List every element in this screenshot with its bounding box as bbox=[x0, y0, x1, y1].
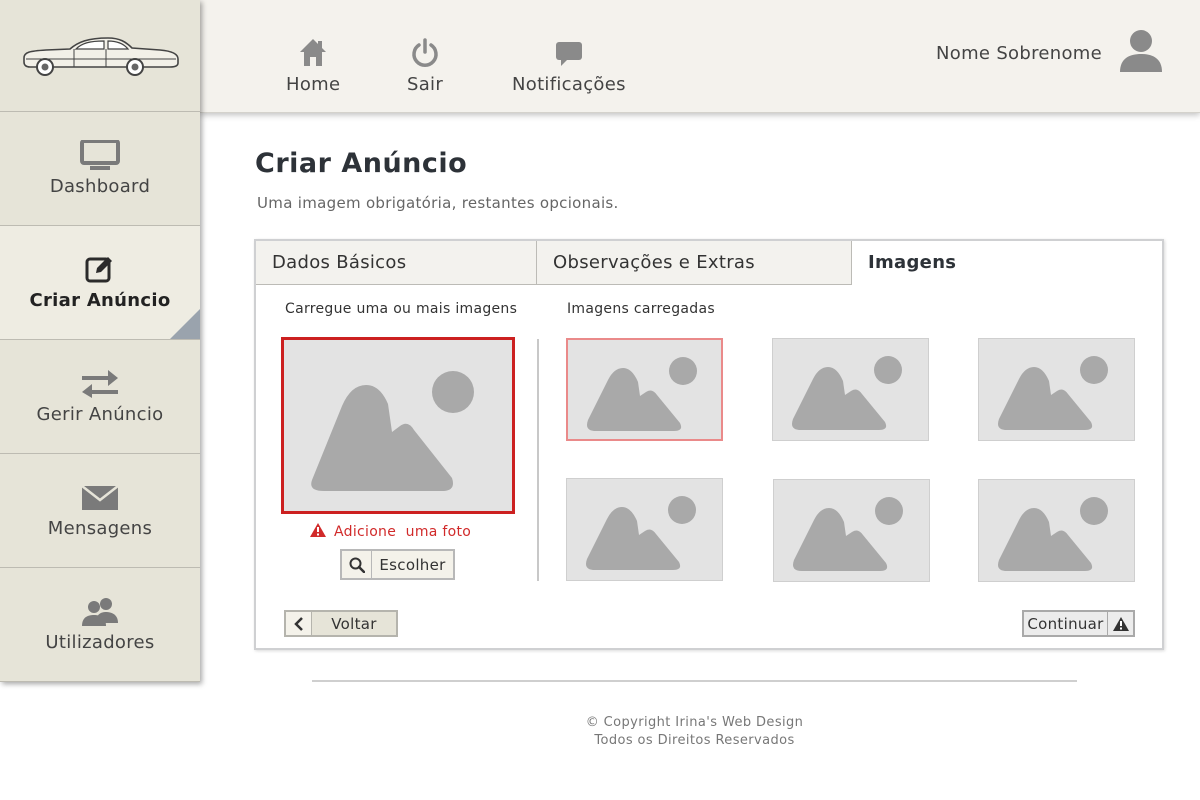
envelope-icon bbox=[0, 454, 200, 518]
choose-file-label: Escolher bbox=[379, 555, 446, 574]
image-placeholder-icon bbox=[567, 479, 722, 580]
image-placeholder-icon bbox=[979, 339, 1134, 440]
back-button[interactable]: Voltar bbox=[284, 610, 398, 637]
user-icon bbox=[1118, 28, 1164, 78]
search-icon bbox=[342, 551, 372, 578]
nav-notifications-label: Notificações bbox=[512, 74, 626, 95]
footer: © Copyright Irina's Web Design Todos os … bbox=[312, 714, 1077, 750]
image-placeholder-icon bbox=[284, 340, 512, 511]
users-icon bbox=[0, 568, 200, 632]
monitor-icon bbox=[0, 112, 200, 176]
footer-copyright: © Copyright Irina's Web Design bbox=[585, 715, 804, 730]
tab-bar: Dados Básicos Observações e Extras Image… bbox=[256, 241, 1162, 285]
image-placeholder-icon bbox=[568, 340, 721, 441]
uploaded-images-label: Imagens carregadas bbox=[567, 301, 715, 317]
user-name: Nome Sobrenome bbox=[936, 42, 1102, 64]
column-divider bbox=[537, 339, 539, 581]
car-logo-icon bbox=[20, 32, 180, 80]
footer-rights: Todos os Direitos Reservados bbox=[594, 733, 795, 748]
nav-home-label: Home bbox=[286, 74, 341, 95]
tab-imagens[interactable]: Imagens bbox=[852, 241, 1162, 285]
sidebar-item-label: Dashboard bbox=[49, 176, 151, 197]
image-placeholder-icon bbox=[774, 480, 929, 581]
choose-file-button[interactable]: Escolher bbox=[340, 549, 455, 580]
nav-home[interactable]: Home bbox=[286, 36, 340, 95]
sidebar-item-utilizadores[interactable]: Utilizadores bbox=[0, 568, 200, 682]
sidebar-item-label: Gerir Anúncio bbox=[36, 404, 164, 425]
back-button-label: Voltar bbox=[331, 614, 377, 633]
nav-notifications[interactable]: Notificações bbox=[512, 36, 626, 95]
upload-label: Carregue uma ou mais imagens bbox=[285, 301, 518, 317]
footer-divider bbox=[312, 680, 1077, 682]
sidebar-item-label: Criar Anúncio bbox=[29, 290, 171, 311]
continue-button[interactable]: Continuar bbox=[1022, 610, 1135, 637]
upload-warning-text: Adicione uma foto bbox=[334, 524, 472, 540]
tab-observacoes-extras[interactable]: Observações e Extras bbox=[537, 241, 852, 285]
upload-warning: Adicione uma foto bbox=[310, 523, 471, 541]
sidebar: Dashboard Criar Anúncio Gerir Anúncio Me… bbox=[0, 0, 200, 682]
continue-button-label: Continuar bbox=[1027, 614, 1104, 633]
page-title: Criar Anúncio bbox=[255, 148, 468, 179]
power-icon bbox=[407, 36, 443, 74]
sidebar-item-dashboard[interactable]: Dashboard bbox=[0, 112, 200, 226]
chevron-left-icon bbox=[286, 612, 312, 635]
logo[interactable] bbox=[0, 0, 200, 112]
top-bar: Home Sair Notificações Nome Sobrenome bbox=[200, 0, 1200, 113]
uploaded-image-thumbnail[interactable] bbox=[566, 338, 723, 441]
images-panel: Dados Básicos Observações e Extras Image… bbox=[254, 239, 1164, 650]
uploaded-image-thumbnail[interactable] bbox=[978, 338, 1135, 441]
tab-dados-basicos[interactable]: Dados Básicos bbox=[256, 241, 537, 285]
nav-logout-label: Sair bbox=[407, 74, 444, 95]
user-menu[interactable]: Nome Sobrenome bbox=[936, 28, 1164, 78]
page-curl-corner bbox=[170, 309, 200, 339]
home-icon bbox=[286, 36, 340, 74]
sidebar-item-criar-anuncio[interactable]: Criar Anúncio bbox=[0, 226, 200, 340]
swap-arrows-icon bbox=[0, 340, 200, 404]
warning-icon bbox=[1107, 612, 1133, 635]
sidebar-item-mensagens[interactable]: Mensagens bbox=[0, 454, 200, 568]
sidebar-item-label: Mensagens bbox=[47, 518, 153, 539]
uploaded-image-thumbnail[interactable] bbox=[772, 338, 929, 441]
nav-logout[interactable]: Sair bbox=[407, 36, 443, 95]
sidebar-item-gerir-anuncio[interactable]: Gerir Anúncio bbox=[0, 340, 200, 454]
edit-icon bbox=[0, 226, 200, 290]
sidebar-item-label: Utilizadores bbox=[45, 632, 155, 653]
uploaded-image-thumbnail[interactable] bbox=[978, 479, 1135, 582]
upload-dropzone[interactable] bbox=[281, 337, 515, 514]
page-subtitle: Uma imagem obrigatória, restantes opcion… bbox=[257, 194, 619, 212]
uploaded-image-thumbnail[interactable] bbox=[566, 478, 723, 581]
warning-icon bbox=[310, 523, 326, 541]
image-placeholder-icon bbox=[773, 339, 928, 440]
uploaded-image-thumbnail[interactable] bbox=[773, 479, 930, 582]
image-placeholder-icon bbox=[979, 480, 1134, 581]
chat-bubble-icon bbox=[512, 36, 626, 74]
